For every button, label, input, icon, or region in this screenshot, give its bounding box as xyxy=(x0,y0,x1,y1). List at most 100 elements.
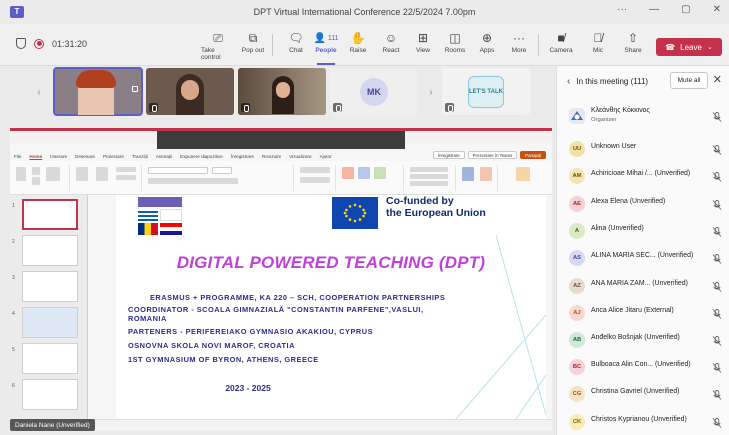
select-icon[interactable] xyxy=(410,181,448,186)
minimize-button[interactable]: — xyxy=(649,4,659,15)
list-buttons[interactable] xyxy=(300,167,330,173)
video-tile[interactable] xyxy=(238,68,326,115)
ppt-menu-transitions[interactable]: Tranziții xyxy=(132,154,148,159)
participant-row[interactable]: Κλεάνθης Κόκκινος Organizer xyxy=(565,106,725,126)
copy-icon[interactable] xyxy=(32,177,40,185)
ppt-menu-record[interactable]: Înregistrare xyxy=(231,154,254,159)
ribbon-group-voice xyxy=(458,165,498,191)
ppt-menu-animations[interactable]: Animații xyxy=(156,154,172,159)
ppt-share-button[interactable]: Partajați xyxy=(520,151,546,159)
close-window-button[interactable]: ✕ xyxy=(713,4,721,15)
chat-button[interactable]: 🗨 Chat xyxy=(279,29,313,63)
mute-all-button[interactable]: Mute all xyxy=(670,72,708,89)
slide-thumbnail[interactable] xyxy=(22,271,78,302)
react-button[interactable]: ☺ React xyxy=(374,29,408,63)
leave-button[interactable]: ☎ Leave ⌄ xyxy=(656,38,722,56)
participants-panel: ‹ In this meeting (111) Mute all ✕ Κλεάν… xyxy=(556,66,729,435)
ppt-menu-draw[interactable]: Desenare xyxy=(75,154,95,159)
ppt-menu-help[interactable]: Ajutor xyxy=(320,154,332,159)
ppt-record-button[interactable]: Înregistrare xyxy=(432,151,465,159)
video-tile[interactable]: LET'S TALK xyxy=(442,68,530,115)
ppt-menu-view[interactable]: Vizualizare xyxy=(289,154,311,159)
participant-row[interactable]: CG Christina Gavriel (Unverified) xyxy=(565,384,725,404)
replace-icon[interactable] xyxy=(410,174,448,179)
section-icon[interactable] xyxy=(116,175,136,180)
slide-thumbnail[interactable] xyxy=(22,379,78,410)
participant-count: (111) xyxy=(630,76,649,86)
reset-icon[interactable] xyxy=(116,167,136,172)
participant-row[interactable]: BC Bulboaca Alin Con... (Unverified) xyxy=(565,357,725,377)
cut-icon[interactable] xyxy=(32,167,40,175)
video-tile[interactable] xyxy=(146,68,234,115)
font-family-select[interactable] xyxy=(148,167,208,174)
camera-off-icon: ■̸ xyxy=(557,31,565,45)
layout-icon[interactable] xyxy=(76,167,88,181)
panel-header: ‹ In this meeting (111) Mute all ✕ xyxy=(557,72,729,90)
dictate-icon[interactable] xyxy=(462,167,474,181)
ppt-menu-insert[interactable]: Inserare xyxy=(50,154,67,159)
strip-next-button[interactable]: › xyxy=(420,66,442,118)
slide-text-country: ROMANIA xyxy=(128,314,167,323)
font-format-buttons[interactable] xyxy=(148,178,238,184)
slide-canvas[interactable]: Co-funded by the European Union DIGITAL … xyxy=(116,195,546,419)
ribbon-group-slides xyxy=(72,165,142,191)
slide-thumbnail[interactable] xyxy=(22,199,78,230)
align-buttons[interactable] xyxy=(300,177,330,183)
back-arrow-icon[interactable]: ‹ xyxy=(567,76,570,87)
ppt-menu-review[interactable]: Revizuire xyxy=(262,154,281,159)
reuse-slides-icon[interactable] xyxy=(96,167,108,181)
slide-thumbnail[interactable] xyxy=(22,343,78,374)
grid-view-icon: ⊞ xyxy=(417,31,429,45)
ppt-menu-file[interactable]: File xyxy=(14,154,21,159)
maximize-button[interactable]: ▢ xyxy=(681,4,690,15)
participant-row[interactable]: AM Achiricioae Mihai /... (Unverified) xyxy=(565,166,725,186)
hand-icon: ✋ xyxy=(350,31,366,45)
panel-title: In this meeting (111) xyxy=(576,77,648,86)
pop-out-button[interactable]: ⧉ Pop out xyxy=(236,29,270,63)
participant-row[interactable]: AB Anđelko Bošnjak (Unverified) xyxy=(565,330,725,350)
slide-thumbnail[interactable] xyxy=(22,307,78,338)
strip-prev-button[interactable]: ‹ xyxy=(28,66,50,118)
take-control-button[interactable]: ⎚ Take control xyxy=(201,29,235,63)
mic-off-icon xyxy=(445,103,454,112)
close-panel-icon[interactable]: ✕ xyxy=(713,73,722,86)
more-options-icon[interactable]: ··· xyxy=(617,4,627,15)
more-button[interactable]: ··· More xyxy=(502,29,536,63)
raise-hand-button[interactable]: ✋ Raise xyxy=(341,29,375,63)
addins-icon[interactable] xyxy=(516,167,530,181)
video-tile[interactable] xyxy=(53,67,143,116)
ppt-menu-slideshow[interactable]: Expunere diapozitive xyxy=(180,154,223,159)
find-icon[interactable] xyxy=(410,167,448,172)
shapes-icon[interactable] xyxy=(342,167,354,179)
apps-icon: ⊕ xyxy=(481,31,493,45)
quick-styles-icon[interactable] xyxy=(374,167,386,179)
ppt-menu-design[interactable]: Proiectare xyxy=(103,154,124,159)
paste-icon[interactable] xyxy=(16,167,26,181)
view-button[interactable]: ⊞ View xyxy=(406,29,440,63)
participant-role: Organizer xyxy=(591,117,617,123)
slide-thumbnail[interactable] xyxy=(22,235,78,266)
participant-row[interactable]: CK Christos Kyprianou (Unverified) xyxy=(565,412,725,432)
apps-button[interactable]: ⊕ Apps xyxy=(470,29,504,63)
participant-row[interactable]: AJ Anca Alice Jitaru (External) xyxy=(565,303,725,323)
participant-row[interactable]: AS ALINA MARIA SEC... (Unverified) xyxy=(565,248,725,268)
participant-row[interactable]: AZ ANA MARIA ZAM... (Unverified) xyxy=(565,276,725,296)
new-slide-icon[interactable] xyxy=(46,167,60,181)
share-button[interactable]: ⇧ Share xyxy=(616,29,650,63)
ppt-menu-home[interactable]: Home xyxy=(29,154,42,159)
arrange-icon[interactable] xyxy=(358,167,370,179)
participant-row[interactable]: UU Unknown User xyxy=(565,139,725,159)
ppt-present-teams-button[interactable]: Prezentare în Teams xyxy=(467,151,518,159)
rooms-button[interactable]: ◫ Rooms xyxy=(438,29,472,63)
people-button[interactable]: 👤 111 People xyxy=(309,29,343,65)
recording-icon xyxy=(34,38,44,49)
participant-row[interactable]: AE Alexa Elena (Unverified) xyxy=(565,194,725,214)
video-tile[interactable]: MK xyxy=(330,68,418,115)
mic-button[interactable]: 🎙̸ Mic xyxy=(581,29,615,63)
avatar: AJ xyxy=(569,305,585,321)
camera-button[interactable]: ■̸ Camera xyxy=(544,29,578,63)
font-size-select[interactable] xyxy=(212,167,232,174)
designer-icon[interactable] xyxy=(480,167,492,181)
participant-row[interactable]: A Alina (Unverified) xyxy=(565,221,725,241)
chevron-down-icon: ⌄ xyxy=(706,44,713,51)
